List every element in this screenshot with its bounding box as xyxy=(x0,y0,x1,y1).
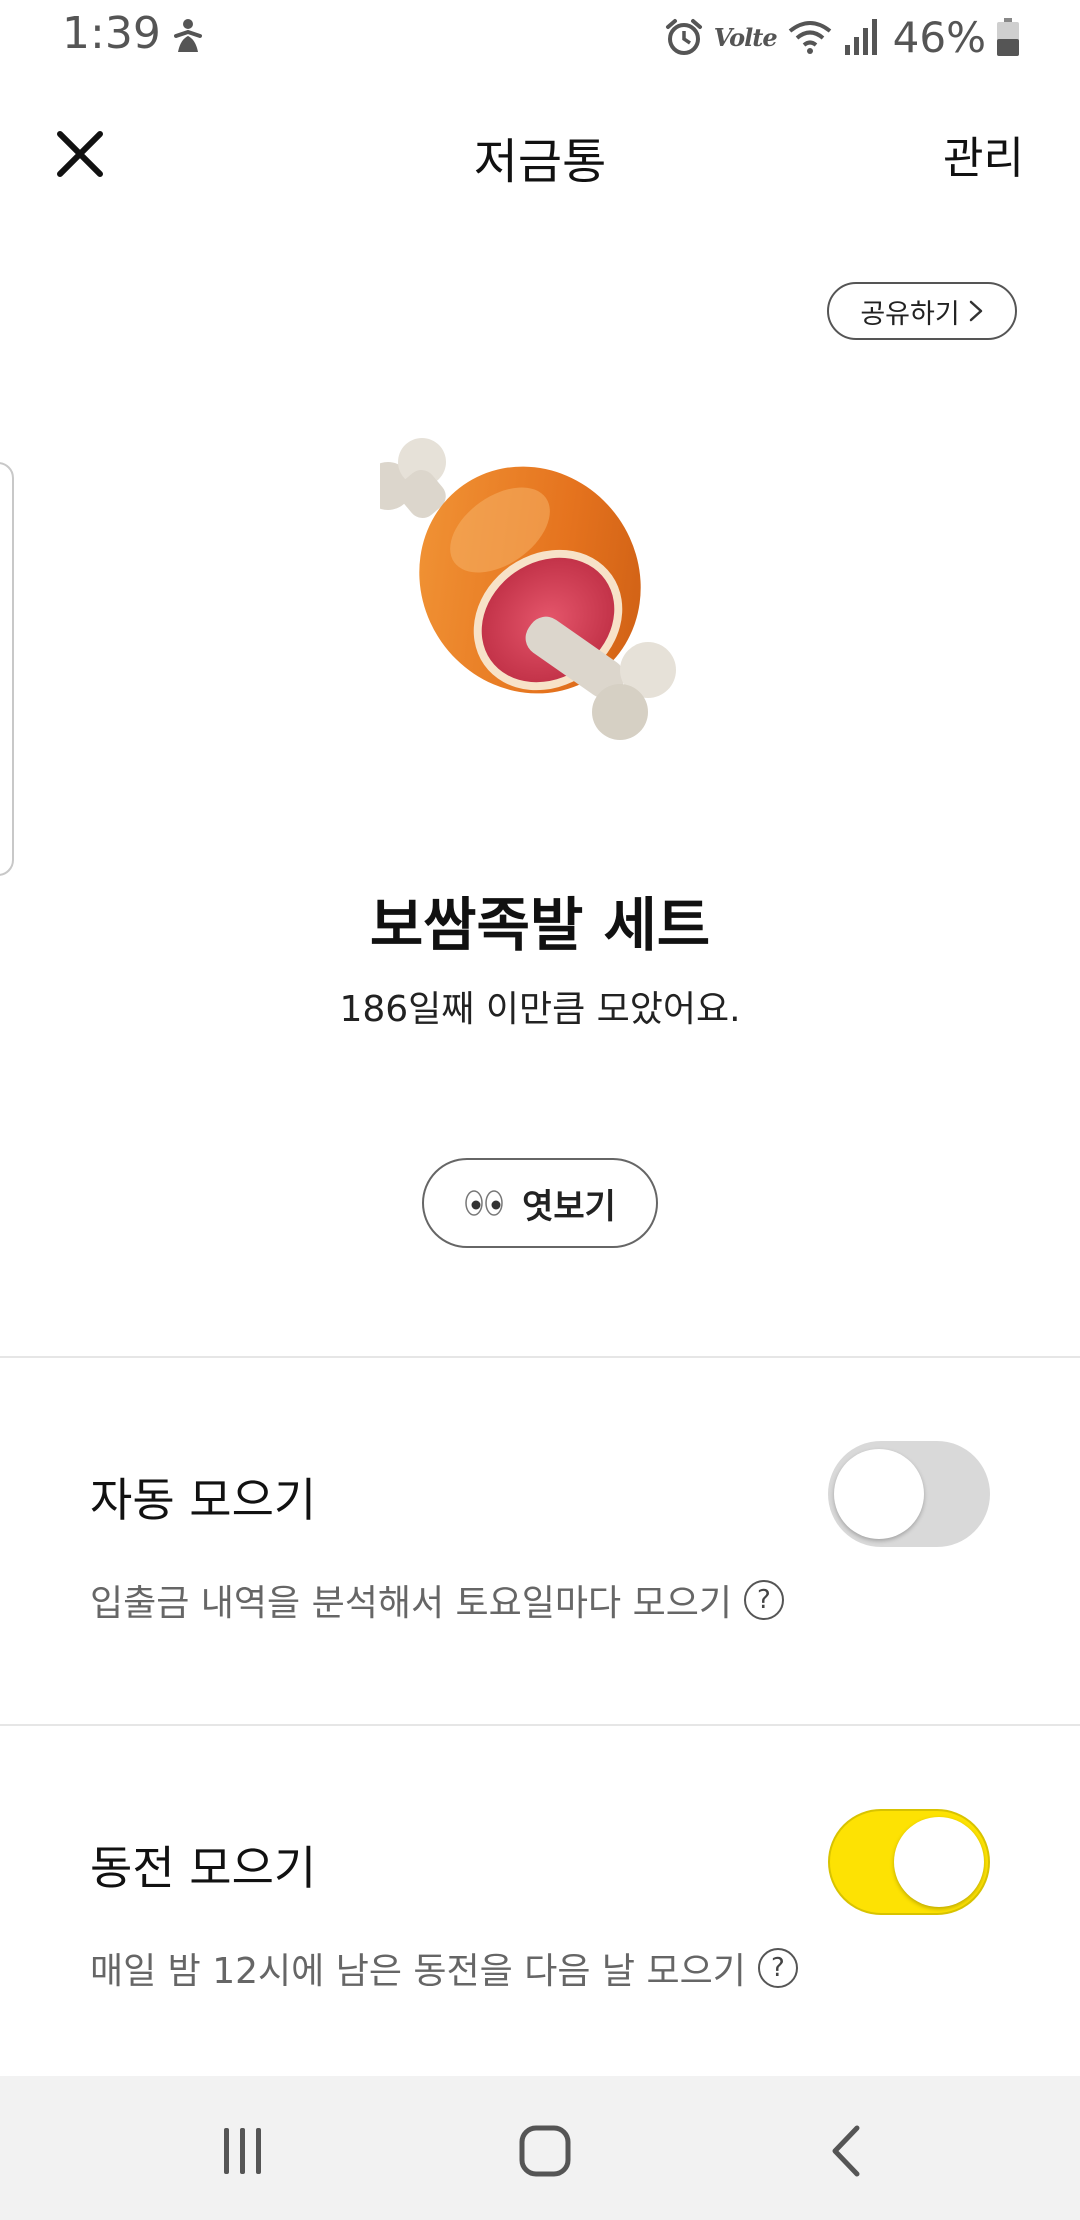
help-icon[interactable]: ? xyxy=(743,1580,784,1620)
saving-days-text: 186일째 이만큼 모았어요. xyxy=(339,989,741,1030)
eyes-icon xyxy=(464,1188,504,1218)
recent-apps-icon xyxy=(224,2128,261,2174)
battery-percent: 46% xyxy=(892,12,986,62)
peek-label: 엿보기 xyxy=(522,1186,616,1227)
recent-apps-button[interactable] xyxy=(198,2106,288,2196)
coin-save-title: 동전 모으기 xyxy=(90,1841,317,1895)
toggle-knob xyxy=(834,1449,924,1539)
manage-button[interactable]: 관리 xyxy=(943,122,1024,186)
edge-panel-handle[interactable] xyxy=(0,462,14,876)
back-icon xyxy=(832,2125,860,2177)
wifi-icon xyxy=(787,17,833,57)
volte-label: Volte xyxy=(713,22,778,52)
status-icons: Volte 46% xyxy=(664,10,1020,64)
status-time: 1:39 xyxy=(62,8,161,59)
page-title: 저금통 xyxy=(473,134,607,190)
divider xyxy=(0,1356,1080,1358)
back-button[interactable] xyxy=(802,2106,892,2196)
divider xyxy=(0,1724,1080,1726)
navigation-bar xyxy=(0,2076,1080,2220)
signal-icon xyxy=(843,17,879,57)
coin-save-description: 매일 밤 12시에 남은 동전을 다음 날 모으기 xyxy=(90,1951,746,1992)
header: 저금통 관리 xyxy=(0,100,1080,210)
alarm-icon xyxy=(664,17,704,57)
coin-save-toggle[interactable] xyxy=(828,1809,990,1915)
peek-button[interactable]: 엿보기 xyxy=(422,1158,658,1248)
share-label: 공유하기 xyxy=(860,298,960,330)
home-icon xyxy=(519,2125,571,2177)
chevron-right-icon xyxy=(969,300,982,322)
home-button[interactable] xyxy=(500,2106,590,2196)
meat-on-bone-illustration xyxy=(364,430,700,750)
battery-icon xyxy=(996,17,1020,57)
toggle-knob xyxy=(894,1817,984,1907)
status-bar: 1:39 Volte 46% xyxy=(0,0,1080,74)
help-icon[interactable]: ? xyxy=(757,1948,798,1988)
coin-save-description-row: 매일 밤 12시에 남은 동전을 다음 날 모으기 ? xyxy=(90,1942,798,1994)
auto-save-title: 자동 모으기 xyxy=(90,1473,317,1527)
auto-save-toggle[interactable] xyxy=(828,1441,990,1547)
piggy-bank-name: 보쌈족발 세트 xyxy=(369,891,711,959)
auto-save-description-row: 입출금 내역을 분석해서 토요일마다 모으기 ? xyxy=(90,1574,784,1626)
accessibility-person-icon xyxy=(168,16,208,56)
auto-save-description: 입출금 내역을 분석해서 토요일마다 모으기 xyxy=(90,1583,732,1624)
share-button[interactable]: 공유하기 xyxy=(827,282,1017,340)
